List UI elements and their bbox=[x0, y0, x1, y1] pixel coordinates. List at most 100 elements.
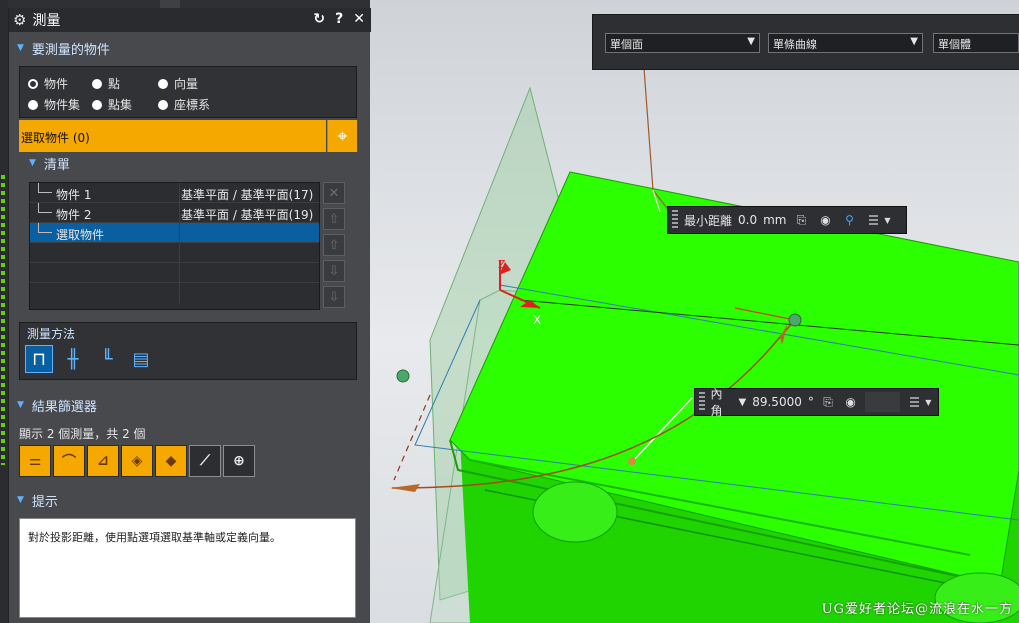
angle-method-icon[interactable]: ╫ bbox=[59, 345, 87, 373]
distance-method-icon[interactable]: ⊓ bbox=[25, 345, 53, 373]
chevron-down-icon[interactable]: ▼ bbox=[739, 397, 747, 408]
measure-filter-icon[interactable]: ⟋ bbox=[189, 445, 221, 477]
gear-icon: ⚙ bbox=[13, 11, 27, 29]
list-item-name: 物件 1 bbox=[30, 183, 180, 203]
face-rule-dropdown[interactable]: 單個面 ▼ bbox=[605, 33, 760, 53]
radio-vector[interactable]: 向量 bbox=[158, 75, 198, 92]
move-down-icon[interactable]: ⇩ bbox=[323, 260, 345, 282]
body-rule-value: 單個體 bbox=[938, 38, 971, 51]
measure-dialog: ⚙ 測量 ↻ ? ✕ ▼ 要測量的物件 物件 點 向量 物件集 點集 座標系 選… bbox=[8, 8, 371, 623]
box-hole bbox=[532, 481, 618, 543]
chevron-down-icon: ▼ bbox=[910, 36, 918, 47]
move-to-bottom-icon[interactable]: ⇩ bbox=[323, 286, 345, 308]
face-rule-value: 單個面 bbox=[610, 38, 643, 51]
move-to-top-icon[interactable]: ⇧ bbox=[323, 208, 345, 230]
watermark: UG爱好者论坛@流浪在水一方 bbox=[821, 602, 1013, 617]
list-item[interactable]: 物件 2 基準平面 / 基準平面(19) bbox=[30, 203, 319, 223]
hint-text: 對於投影距離，使用點選項選取基準軸或定義向量。 bbox=[19, 518, 356, 618]
radio-object[interactable]: 物件 bbox=[28, 75, 68, 92]
curve-rule-value: 單條曲線 bbox=[773, 38, 817, 51]
control-handle bbox=[628, 457, 636, 465]
radio-label: 點集 bbox=[108, 98, 133, 112]
min-distance-readout[interactable]: 最小距離 0.0 mm ⎘ ◉ ⚲ ▼ bbox=[667, 206, 907, 234]
section-title: 提示 bbox=[31, 494, 58, 510]
volume-filter-icon[interactable]: ◆ bbox=[155, 445, 187, 477]
close-icon[interactable]: ✕ bbox=[353, 11, 365, 27]
min-distance-label: 最小距離 bbox=[684, 213, 733, 228]
list-item bbox=[30, 243, 319, 263]
radio-icon bbox=[92, 78, 102, 89]
show-hide-icon[interactable]: ◉ bbox=[817, 211, 835, 229]
min-distance-unit: mm bbox=[763, 213, 787, 227]
graphics-viewport[interactable]: Z X UG爱好者论坛@流浪在水一方 bbox=[370, 0, 1019, 623]
angle-readout[interactable]: 內角 ▼ 89.5000 ° ⎘ ◉ ▼ bbox=[694, 385, 939, 419]
copy-icon[interactable]: ⎘ bbox=[820, 393, 837, 411]
copy-icon[interactable]: ⎘ bbox=[793, 211, 811, 229]
radio-point[interactable]: 點 bbox=[92, 75, 120, 92]
radio-object-set[interactable]: 物件集 bbox=[28, 96, 80, 113]
collapse-icon: ▼ bbox=[17, 400, 24, 410]
min-distance-value: 0.0 bbox=[738, 213, 758, 227]
list-item-name: 選取物件 bbox=[30, 223, 180, 243]
more-options-icon[interactable] bbox=[909, 397, 919, 407]
section-object-to-measure[interactable]: ▼ 要測量的物件 bbox=[9, 36, 371, 60]
resource-bar-strip bbox=[0, 0, 8, 623]
collapse-icon: ▼ bbox=[29, 158, 36, 168]
measure-type-panel: 物件 點 向量 物件集 點集 座標系 bbox=[19, 66, 357, 118]
show-hide-icon[interactable]: ◉ bbox=[842, 393, 859, 411]
radio-label: 向量 bbox=[174, 77, 199, 91]
chevron-down-icon: ▼ bbox=[747, 36, 755, 47]
resource-bar-markers bbox=[1, 175, 5, 465]
radio-icon bbox=[158, 99, 168, 110]
selection-filter-bar: 單個面 ▼ 單條曲線 ▼ 單個體 bbox=[592, 14, 1019, 70]
method-title: 測量方法 bbox=[27, 327, 76, 341]
dashed-axis bbox=[393, 394, 431, 481]
area-filter-icon[interactable]: ◈ bbox=[121, 445, 153, 477]
thickness-method-icon[interactable]: ▤ bbox=[127, 345, 155, 373]
parallel-method-icon[interactable]: ╙ bbox=[93, 345, 121, 373]
curve-rule-dropdown[interactable]: 單條曲線 ▼ bbox=[768, 33, 923, 53]
chevron-down-icon[interactable]: ▼ bbox=[884, 211, 892, 229]
radio-label: 物件 bbox=[44, 77, 69, 91]
blank-slot bbox=[864, 392, 900, 412]
drag-handle[interactable] bbox=[699, 392, 705, 412]
section-list[interactable]: ▼ 清單 bbox=[21, 152, 341, 174]
reset-icon[interactable]: ↻ bbox=[313, 11, 325, 27]
move-up-icon[interactable]: ⇧ bbox=[323, 234, 345, 256]
vector-filter-icon[interactable]: ⊿ bbox=[87, 445, 119, 477]
help-icon[interactable]: ? bbox=[335, 11, 343, 27]
list-item-type: 基準平面 / 基準平面(17) bbox=[181, 188, 314, 202]
body-rule-dropdown[interactable]: 單個體 bbox=[933, 33, 1019, 53]
result-count: 顯示 2 個測量，共 2 個 bbox=[19, 427, 146, 441]
radio-icon bbox=[28, 78, 38, 89]
search-icon[interactable]: ⚲ bbox=[841, 211, 859, 229]
collapse-icon: ▼ bbox=[17, 495, 24, 505]
radio-icon bbox=[28, 99, 38, 110]
radio-icon bbox=[92, 99, 102, 110]
distance-filter-icon[interactable]: ⚌ bbox=[19, 445, 51, 477]
list-item bbox=[30, 263, 319, 283]
select-object-row[interactable]: 選取物件 (0) bbox=[19, 120, 326, 152]
section-hint[interactable]: ▼ 提示 bbox=[9, 488, 371, 512]
list-item[interactable]: 選取物件 bbox=[30, 223, 319, 243]
collapse-icon: ▼ bbox=[17, 43, 24, 53]
angle-unit: ° bbox=[807, 395, 814, 409]
angle-label[interactable]: 內角 bbox=[711, 385, 733, 419]
radio-csys[interactable]: 座標系 bbox=[158, 96, 210, 113]
remove-icon[interactable]: ✕ bbox=[323, 182, 345, 204]
chevron-down-icon[interactable]: ▼ bbox=[925, 393, 932, 411]
radio-point-set[interactable]: 點集 bbox=[92, 96, 132, 113]
list-item[interactable]: 物件 1 基準平面 / 基準平面(17) bbox=[30, 183, 319, 203]
more-options-icon[interactable] bbox=[868, 215, 878, 225]
top-tab-fragment bbox=[160, 0, 180, 8]
add-list-icon[interactable]: ⊕ bbox=[223, 445, 255, 477]
drag-handle[interactable] bbox=[672, 210, 678, 230]
radio-label: 座標系 bbox=[174, 98, 211, 112]
crosshair-icon[interactable]: ⌖ bbox=[327, 120, 357, 152]
model-scene[interactable]: Z X bbox=[370, 0, 1019, 623]
angle-filter-icon[interactable]: ⌒ bbox=[53, 445, 85, 477]
section-result-filter[interactable]: ▼ 結果篩選器 bbox=[9, 393, 371, 417]
measure-list: 物件 1 基準平面 / 基準平面(17) 物件 2 基準平面 / 基準平面(19… bbox=[29, 182, 320, 310]
list-item bbox=[30, 283, 319, 303]
dialog-titlebar[interactable]: ⚙ 測量 ↻ ? ✕ bbox=[9, 8, 371, 32]
